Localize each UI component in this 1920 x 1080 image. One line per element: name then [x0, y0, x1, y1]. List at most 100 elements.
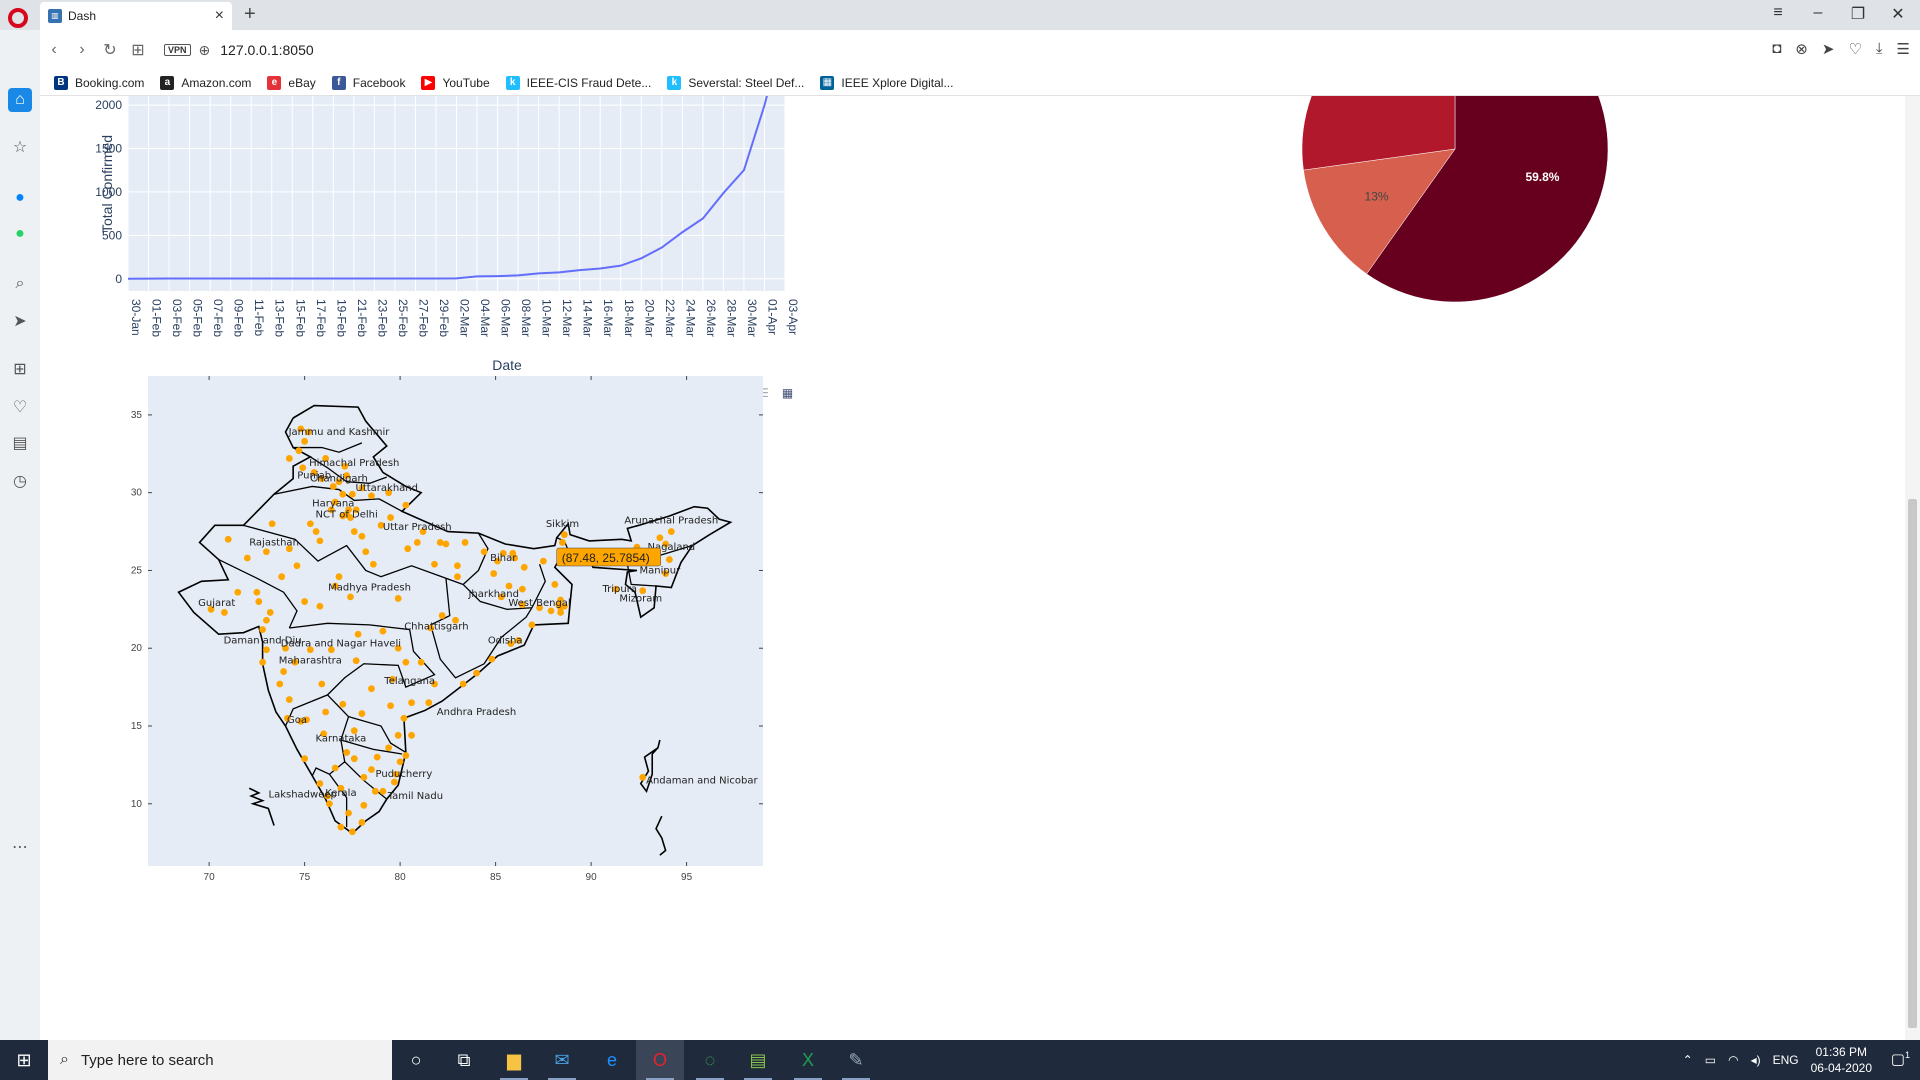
taskbar-search[interactable]: ⌕	[48, 1040, 392, 1080]
easy-setup-icon[interactable]: ☰	[1897, 40, 1910, 58]
cases-pie-chart[interactable]: 59.8% 13%	[1240, 96, 1640, 316]
map-point[interactable]	[379, 787, 387, 795]
more-icon[interactable]: ⋯	[8, 836, 32, 860]
map-point[interactable]	[436, 539, 444, 546]
ad-block-icon[interactable]: ⊗	[1795, 40, 1808, 58]
map-point[interactable]	[224, 535, 232, 543]
map-point[interactable]	[343, 749, 351, 756]
language-indicator[interactable]: ENG	[1773, 1053, 1799, 1067]
map-point[interactable]	[413, 539, 421, 546]
map-point[interactable]	[350, 755, 358, 763]
map-point[interactable]	[306, 520, 314, 528]
scrollbar-thumb[interactable]	[1908, 499, 1917, 1028]
map-point[interactable]	[560, 531, 568, 539]
map-point[interactable]	[301, 437, 309, 445]
map-point[interactable]	[220, 609, 228, 616]
clock[interactable]: 01:36 PM 06-04-2020	[1811, 1044, 1872, 1076]
map-point[interactable]	[490, 570, 498, 577]
map-point[interactable]	[551, 581, 559, 588]
map-point[interactable]	[431, 560, 438, 568]
task-view-icon[interactable]: ⧉	[440, 1040, 488, 1080]
bookmark-item[interactable]: a Amazon.com	[160, 75, 251, 90]
map-point[interactable]	[263, 646, 270, 654]
history-icon[interactable]: ◷	[8, 470, 32, 494]
bookmark-item[interactable]: B Booking.com	[54, 75, 144, 90]
map-point[interactable]	[387, 702, 394, 710]
heart-icon[interactable]: ♡	[1848, 40, 1861, 58]
map-point[interactable]	[639, 773, 647, 781]
map-point[interactable]	[518, 585, 526, 593]
map-point[interactable]	[243, 554, 251, 562]
map-point[interactable]	[352, 657, 360, 665]
map-point[interactable]	[528, 621, 536, 629]
heart-icon[interactable]: ♡	[8, 396, 32, 420]
reload-icon[interactable]: ↻	[96, 40, 124, 60]
map-point[interactable]	[385, 744, 393, 752]
map-point[interactable]	[266, 609, 274, 616]
map-point[interactable]	[278, 573, 286, 581]
map-point[interactable]	[316, 780, 324, 787]
map-point[interactable]	[417, 658, 425, 666]
back-icon[interactable]: ‹	[40, 41, 68, 59]
map-point[interactable]	[259, 658, 266, 666]
send-icon[interactable]: ➤	[1822, 40, 1835, 58]
restore-icon[interactable]: ❐	[1840, 4, 1876, 24]
map-point[interactable]	[337, 823, 345, 831]
map-point[interactable]	[369, 560, 377, 568]
map-point[interactable]	[559, 539, 566, 546]
address-bar[interactable]: 127.0.0.1:8050	[220, 42, 313, 58]
page-scrollbar[interactable]	[1905, 96, 1920, 1040]
map-point[interactable]	[402, 501, 410, 509]
map-point[interactable]	[301, 598, 309, 605]
map-point[interactable]	[259, 626, 266, 633]
map-point[interactable]	[666, 556, 673, 563]
map-point[interactable]	[358, 710, 366, 717]
map-point[interactable]	[394, 731, 402, 739]
total-confirmed-line-chart[interactable]: 0500100015002000 30-Jan 01-Feb 03-Feb 05-Fe…	[40, 96, 800, 386]
map-point[interactable]	[280, 668, 288, 675]
bookmark-item[interactable]: k IEEE-CIS Fraud Dete...	[505, 75, 651, 90]
map-point[interactable]	[539, 557, 547, 565]
map-point[interactable]	[360, 801, 368, 809]
map-point[interactable]	[360, 773, 368, 781]
minimize-icon[interactable]: –	[1800, 4, 1836, 22]
file-explorer-icon[interactable]: ▆	[490, 1040, 538, 1080]
map-point[interactable]	[473, 669, 480, 677]
map-point[interactable]	[345, 809, 352, 817]
map-point[interactable]	[454, 573, 461, 581]
wifi-icon[interactable]: ◠	[1728, 1053, 1738, 1067]
map-point[interactable]	[285, 696, 293, 703]
send-icon[interactable]: ➤	[8, 310, 32, 334]
map-point[interactable]	[316, 537, 324, 545]
app-ring-icon[interactable]: ◌	[686, 1040, 734, 1080]
notification-icon[interactable]: ▢1	[1891, 1050, 1910, 1068]
map-point[interactable]	[371, 787, 379, 795]
india-scatter-map[interactable]: 70 75 80 85 90 95 10 15 20 25 30 35 Jammu and Kashm…	[100, 366, 800, 926]
tab-grid-icon[interactable]: ⊞	[124, 40, 152, 60]
opera-logo-icon[interactable]	[8, 8, 28, 28]
bookmark-item[interactable]: e eBay	[267, 75, 316, 90]
map-point[interactable]	[255, 598, 263, 605]
map-point[interactable]	[318, 680, 326, 688]
bookmarks-star-icon[interactable]: ☆	[8, 136, 32, 160]
map-point[interactable]	[368, 685, 375, 693]
map-point[interactable]	[253, 588, 261, 596]
map-point[interactable]	[331, 764, 339, 772]
map-point[interactable]	[263, 548, 270, 556]
camera-icon[interactable]: ◘	[1772, 40, 1781, 58]
edge-icon[interactable]: e	[588, 1040, 636, 1080]
opera-taskbar-icon[interactable]: O	[636, 1040, 684, 1080]
map-point[interactable]	[322, 708, 330, 716]
map-point[interactable]	[459, 680, 467, 688]
news-icon[interactable]: ▤	[8, 432, 32, 456]
map-point[interactable]	[520, 563, 528, 571]
map-point[interactable]	[358, 532, 366, 540]
map-point[interactable]	[339, 490, 347, 498]
map-point[interactable]	[404, 545, 412, 553]
apps-icon[interactable]: ⊞	[8, 358, 32, 382]
home-icon[interactable]: ⌂	[8, 88, 32, 112]
map-point[interactable]	[295, 447, 303, 455]
messenger-icon[interactable]: ●	[8, 186, 32, 210]
bookmark-item[interactable]: f Facebook	[331, 75, 405, 90]
map-point[interactable]	[362, 548, 370, 556]
